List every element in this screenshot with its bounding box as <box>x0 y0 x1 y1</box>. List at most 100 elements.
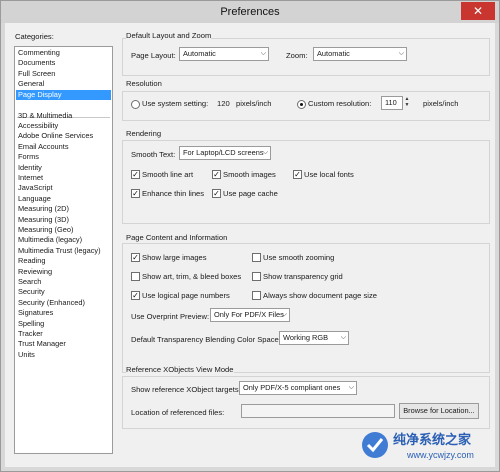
referenced-files-location-input[interactable] <box>241 404 395 418</box>
page-content-title: Page Content and Information <box>126 233 228 242</box>
xobject-targets-label: Show reference XObject targets: <box>131 385 241 394</box>
show-large-images-checkbox[interactable]: ✓ <box>131 253 140 262</box>
page-layout-select[interactable]: Automatic ⌵ <box>179 47 269 61</box>
browse-location-button[interactable]: Browse for Location... <box>399 403 479 419</box>
watermark-url: www.ycwjzy.com <box>406 450 474 460</box>
close-icon: ✕ <box>472 4 484 18</box>
show-transparency-grid-label: Show transparency grid <box>263 272 343 281</box>
category-documents[interactable]: Documents <box>16 58 111 68</box>
category-reading[interactable]: Reading <box>16 256 111 266</box>
system-resolution-unit: pixels/inch <box>236 99 272 108</box>
category-multimedia-trust-legacy[interactable]: Multimedia Trust (legacy) <box>16 246 111 256</box>
custom-resolution-label: Custom resolution: <box>308 99 372 108</box>
category-trust-manager[interactable]: Trust Manager <box>16 339 111 349</box>
zoom-value: Automatic <box>317 49 350 58</box>
smooth-text-select[interactable]: For Laptop/LCD screens ⌵ <box>179 146 271 160</box>
category-email-accounts[interactable]: Email Accounts <box>16 142 111 152</box>
system-resolution-value: 120 <box>217 99 230 108</box>
page-layout-label: Page Layout: <box>131 51 176 60</box>
chevron-down-icon: ⌵ <box>262 149 268 156</box>
close-button[interactable]: ✕ <box>461 2 495 20</box>
enhance-thin-lines-label: Enhance thin lines <box>142 189 205 198</box>
use-logical-page-numbers-checkbox[interactable]: ✓ <box>131 291 140 300</box>
layout-zoom-title: Default Layout and Zoom <box>126 31 212 40</box>
category-full-screen[interactable]: Full Screen <box>16 69 111 79</box>
chevron-down-icon: ⌵ <box>348 384 354 391</box>
blending-space-label: Default Transparency Blending Color Spac… <box>131 335 281 344</box>
custom-resolution-radio[interactable] <box>297 100 306 109</box>
spin-down-icon: ▼ <box>404 102 410 108</box>
resolution-title: Resolution <box>126 79 162 88</box>
category-measuring-geo[interactable]: Measuring (Geo) <box>16 225 111 235</box>
use-logical-page-numbers-label: Use logical page numbers <box>142 291 230 300</box>
smooth-line-art-checkbox[interactable]: ✓ <box>131 170 140 179</box>
category-3d-multimedia[interactable]: 3D & Multimedia <box>16 111 111 121</box>
use-page-cache-label: Use page cache <box>223 189 278 198</box>
category-tracker[interactable]: Tracker <box>16 329 111 339</box>
blending-space-value: Working RGB <box>283 333 329 342</box>
smooth-images-label: Smooth images <box>223 170 276 179</box>
page-content-group <box>122 243 490 373</box>
always-show-page-size-label: Always show document page size <box>263 291 377 300</box>
use-smooth-zooming-label: Use smooth zooming <box>263 253 335 262</box>
category-security-enhanced[interactable]: Security (Enhanced) <box>16 298 111 308</box>
smooth-text-value: For Laptop/LCD screens <box>183 148 264 157</box>
category-forms[interactable]: Forms <box>16 152 111 162</box>
category-measuring-2d[interactable]: Measuring (2D) <box>16 204 111 214</box>
use-local-fonts-label: Use local fonts <box>304 170 354 179</box>
smooth-text-label: Smooth Text: <box>131 150 176 159</box>
always-show-page-size-checkbox[interactable] <box>252 291 261 300</box>
use-local-fonts-checkbox[interactable]: ✓ <box>293 170 302 179</box>
show-transparency-grid-checkbox[interactable] <box>252 272 261 281</box>
overprint-preview-value: Only For PDF/X Files <box>214 310 284 319</box>
xobject-targets-select[interactable]: Only PDF/X-5 compliant ones ⌵ <box>239 381 357 395</box>
preferences-window: Preferences ✕ Categories: Commenting Doc… <box>0 0 500 472</box>
blending-space-select[interactable]: Working RGB ⌵ <box>279 331 349 345</box>
site-watermark: 纯净系统之家 www.ycwjzy.com <box>359 427 489 463</box>
smooth-line-art-label: Smooth line art <box>142 170 194 179</box>
referenced-files-label: Location of referenced files: <box>131 408 225 417</box>
system-setting-label: Use system setting: <box>142 99 209 108</box>
zoom-label: Zoom: <box>286 51 308 60</box>
show-art-trim-checkbox[interactable] <box>131 272 140 281</box>
category-search[interactable]: Search <box>16 277 111 287</box>
category-multimedia-legacy[interactable]: Multimedia (legacy) <box>16 235 111 245</box>
category-language[interactable]: Language <box>16 194 111 204</box>
category-reviewing[interactable]: Reviewing <box>16 267 111 277</box>
use-smooth-zooming-checkbox[interactable] <box>252 253 261 262</box>
chevron-down-icon: ⌵ <box>340 334 346 341</box>
categories-list[interactable]: Commenting Documents Full Screen General… <box>14 46 113 454</box>
category-page-display[interactable]: Page Display <box>16 89 111 100</box>
category-units[interactable]: Units <box>16 350 111 360</box>
system-setting-radio[interactable] <box>131 100 140 109</box>
zoom-select[interactable]: Automatic ⌵ <box>313 47 407 61</box>
category-spelling[interactable]: Spelling <box>16 319 111 329</box>
title-bar: Preferences <box>1 1 499 23</box>
show-art-trim-label: Show art, trim, & bleed boxes <box>142 272 242 281</box>
custom-resolution-input[interactable]: 110 <box>381 96 403 110</box>
resolution-spinner[interactable]: ▲ ▼ <box>403 96 411 110</box>
smooth-images-checkbox[interactable]: ✓ <box>212 170 221 179</box>
enhance-thin-lines-checkbox[interactable]: ✓ <box>131 189 140 198</box>
category-adobe-online-services[interactable]: Adobe Online Services <box>16 131 111 141</box>
category-internet[interactable]: Internet <box>16 173 111 183</box>
window-title: Preferences <box>220 6 280 18</box>
xobject-targets-value: Only PDF/X-5 compliant ones <box>243 383 341 392</box>
chevron-down-icon: ⌵ <box>398 50 404 57</box>
category-security[interactable]: Security <box>16 287 111 297</box>
xobjects-title: Reference XObjects View Mode <box>126 365 234 374</box>
watermark-brand: 纯净系统之家 <box>393 432 472 448</box>
category-identity[interactable]: Identity <box>16 163 111 173</box>
category-commenting[interactable]: Commenting <box>16 48 111 58</box>
category-measuring-3d[interactable]: Measuring (3D) <box>16 215 111 225</box>
category-javascript[interactable]: JavaScript <box>16 183 111 193</box>
dialog-body: Categories: Commenting Documents Full Sc… <box>5 23 495 467</box>
page-layout-value: Automatic <box>183 49 216 58</box>
overprint-preview-select[interactable]: Only For PDF/X Files ⌵ <box>210 308 290 322</box>
category-signatures[interactable]: Signatures <box>16 308 111 318</box>
category-general[interactable]: General <box>16 79 111 89</box>
category-accessibility[interactable]: Accessibility <box>16 121 111 131</box>
use-page-cache-checkbox[interactable]: ✓ <box>212 189 221 198</box>
rendering-title: Rendering <box>126 129 162 138</box>
chevron-down-icon: ⌵ <box>281 311 287 318</box>
